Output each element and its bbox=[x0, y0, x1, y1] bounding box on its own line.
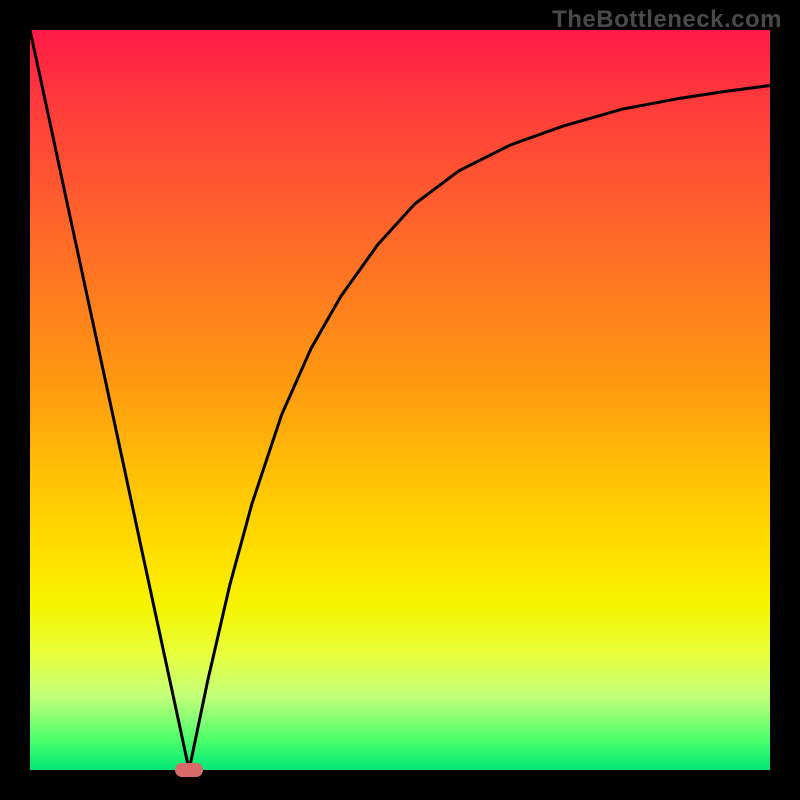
right-branch-path bbox=[189, 86, 770, 771]
plot-area bbox=[30, 30, 770, 770]
chart-frame: TheBottleneck.com bbox=[0, 0, 800, 800]
curve-layer bbox=[30, 30, 770, 770]
vertex-marker bbox=[175, 763, 203, 777]
left-branch-path bbox=[30, 30, 189, 770]
